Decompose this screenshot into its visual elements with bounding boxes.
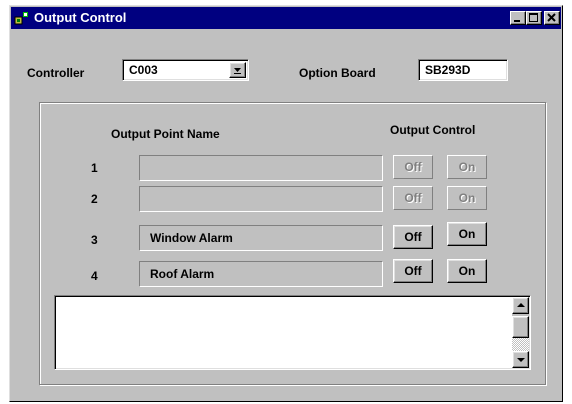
title-bar[interactable]: Output Control <box>11 7 561 29</box>
row-number: 4 <box>91 269 98 283</box>
minimize-icon <box>514 20 520 22</box>
option-board-field: SB293D <box>418 59 508 81</box>
output-name-field-2 <box>139 186 383 212</box>
output-name-field-4: Roof Alarm <box>139 261 383 287</box>
scroll-track[interactable] <box>512 338 529 352</box>
controller-dropdown[interactable]: C003 <box>122 59 249 81</box>
output-control-window: Output Control Controller C003 Option Bo… <box>9 5 563 402</box>
log-textarea[interactable] <box>54 295 531 370</box>
close-button[interactable] <box>544 11 560 25</box>
scroll-up-button[interactable] <box>512 297 529 314</box>
output-control-header: Output Control <box>390 123 476 137</box>
on-button-2[interactable]: On <box>447 186 487 210</box>
maximize-icon <box>529 13 538 22</box>
row-number: 2 <box>91 192 98 206</box>
minimize-button[interactable] <box>510 11 526 25</box>
option-board-label: Option Board <box>299 66 376 80</box>
output-name-field-3: Window Alarm <box>139 225 383 251</box>
output-name-field-1 <box>139 155 383 181</box>
controller-label: Controller <box>27 66 85 80</box>
off-button-4[interactable]: Off <box>393 259 433 283</box>
scroll-down-button[interactable] <box>512 351 529 368</box>
arrow-down-icon <box>517 358 525 362</box>
controller-dropdown-button[interactable] <box>229 62 246 78</box>
app-icon <box>14 12 28 25</box>
chevron-down-icon <box>234 68 241 74</box>
off-button-2[interactable]: Off <box>393 186 433 210</box>
row-number: 3 <box>91 233 98 247</box>
maximize-button[interactable] <box>526 11 542 25</box>
arrow-up-icon <box>517 303 525 307</box>
close-icon <box>547 13 556 22</box>
on-button-1[interactable]: On <box>447 155 487 179</box>
row-number: 1 <box>91 161 98 175</box>
output-group: Output Point Name Output Control 1 Off O… <box>39 102 546 385</box>
on-button-3[interactable]: On <box>447 222 487 246</box>
off-button-1[interactable]: Off <box>393 155 433 179</box>
option-board-value: SB293D <box>425 63 471 77</box>
on-button-4[interactable]: On <box>447 259 487 283</box>
output-name: Window Alarm <box>150 231 233 245</box>
controller-value: C003 <box>129 63 158 77</box>
scroll-thumb[interactable] <box>512 316 529 338</box>
output-name: Roof Alarm <box>150 267 215 281</box>
vertical-scrollbar[interactable] <box>512 297 529 368</box>
window-title: Output Control <box>34 10 127 25</box>
output-point-name-header: Output Point Name <box>111 127 220 141</box>
off-button-3[interactable]: Off <box>393 225 433 249</box>
